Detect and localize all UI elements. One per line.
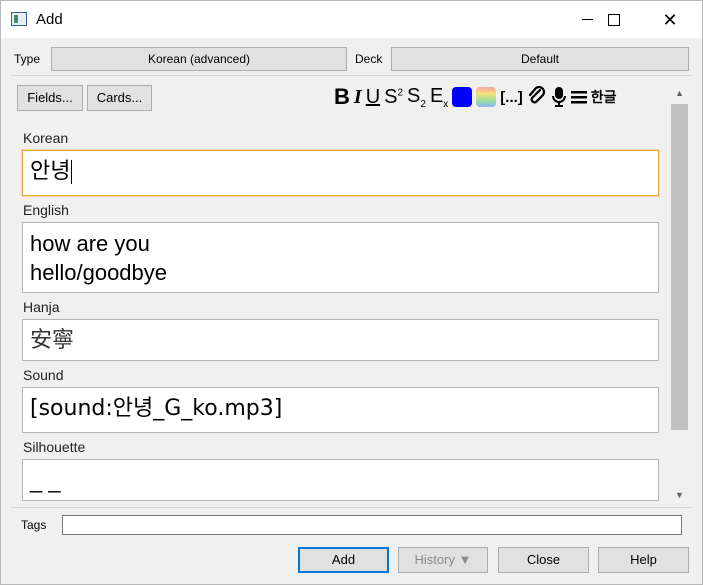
record-audio-button[interactable] [551, 84, 567, 110]
silhouette-field[interactable]: _ _ [22, 459, 659, 501]
english-field-line: hello/goodbye [30, 260, 168, 285]
maximize-icon [608, 13, 620, 26]
add-note-window: Add ✕ Type Korean (advanced) Deck Defaul… [0, 0, 703, 585]
hangul-button[interactable]: 한글 [591, 84, 617, 110]
field-label-korean: Korean [23, 130, 69, 146]
cloze-button[interactable]: [...] [500, 84, 523, 110]
english-field[interactable]: how are you hello/goodbye [22, 222, 659, 293]
scrollbar-thumb[interactable] [671, 104, 688, 430]
cards-button[interactable]: Cards... [87, 85, 152, 111]
field-label-english: English [23, 202, 69, 218]
korean-field-text: 안녕 [30, 159, 71, 184]
fields-button[interactable]: Fields... [17, 85, 83, 111]
silhouette-field-text: _ _ [30, 468, 61, 493]
clear-format-letter: E [429, 84, 444, 107]
cloze-icon: [...] [500, 88, 523, 106]
clear-format-button[interactable]: Ex [430, 84, 448, 110]
subscript-icon: S2 [407, 84, 426, 110]
subscript-letter: S [407, 84, 421, 107]
superscript-letter: S [384, 85, 398, 108]
help-button[interactable]: Help [598, 547, 689, 573]
text-color-icon [452, 87, 473, 107]
italic-icon: I [353, 85, 362, 108]
english-field-line: how are you [30, 231, 150, 256]
deck-selector[interactable]: Default [391, 47, 689, 71]
add-button[interactable]: Add [298, 547, 389, 573]
maximize-button[interactable] [591, 1, 637, 38]
scroll-down-icon[interactable]: ▼ [675, 490, 684, 500]
attach-button[interactable] [527, 84, 547, 110]
superscript-button[interactable]: S2 [384, 84, 403, 110]
history-button[interactable]: History ▼ [398, 547, 488, 573]
korean-field[interactable]: 안녕 [22, 150, 659, 196]
window-title: Add [36, 11, 63, 28]
highlight-color-button[interactable] [476, 84, 497, 110]
bold-icon: B [334, 84, 350, 109]
field-label-sound: Sound [23, 367, 64, 383]
subscript-button[interactable]: S2 [407, 84, 426, 110]
underline-icon: U [365, 85, 381, 108]
underline-button[interactable]: U [366, 84, 380, 110]
close-icon: ✕ [662, 9, 678, 30]
tags-label: Tags [21, 518, 47, 532]
close-window-button[interactable]: ✕ [647, 1, 693, 38]
header-divider [11, 75, 692, 76]
note-type-selector[interactable]: Korean (advanced) [51, 47, 347, 71]
bold-button[interactable]: B [334, 84, 350, 110]
superscript-icon: S2 [384, 85, 404, 108]
text-cursor [71, 160, 73, 184]
deck-label: Deck [355, 52, 383, 66]
scroll-up-icon[interactable]: ▲ [675, 88, 684, 98]
more-icon [570, 91, 587, 104]
hangul-label: 한글 [590, 90, 617, 106]
field-label-silhouette: Silhouette [23, 439, 86, 455]
tags-input[interactable] [62, 515, 682, 535]
sound-field-text: [sound:안녕_G_ko.mp3] [30, 396, 283, 421]
clear-format-icon: Ex [429, 84, 449, 110]
sound-field[interactable]: [sound:안녕_G_ko.mp3] [22, 387, 659, 433]
app-icon [11, 12, 27, 26]
title-bar[interactable]: Add ✕ [1, 1, 702, 38]
more-button[interactable] [570, 84, 587, 110]
type-label: Type [14, 52, 41, 66]
hanja-field-text: 安寧 [30, 328, 75, 353]
field-label-hanja: Hanja [23, 299, 60, 315]
record-audio-icon [551, 87, 566, 107]
editor-toolbar: B I U S2 S2 Ex [...] 한글 [334, 84, 621, 110]
text-color-button[interactable] [452, 84, 473, 110]
tags-divider [11, 507, 692, 508]
close-button[interactable]: Close [498, 547, 589, 573]
italic-button[interactable]: I [354, 84, 362, 110]
highlight-color-icon [476, 87, 497, 107]
hanja-field[interactable]: 安寧 [22, 319, 659, 361]
attach-icon [528, 86, 545, 104]
